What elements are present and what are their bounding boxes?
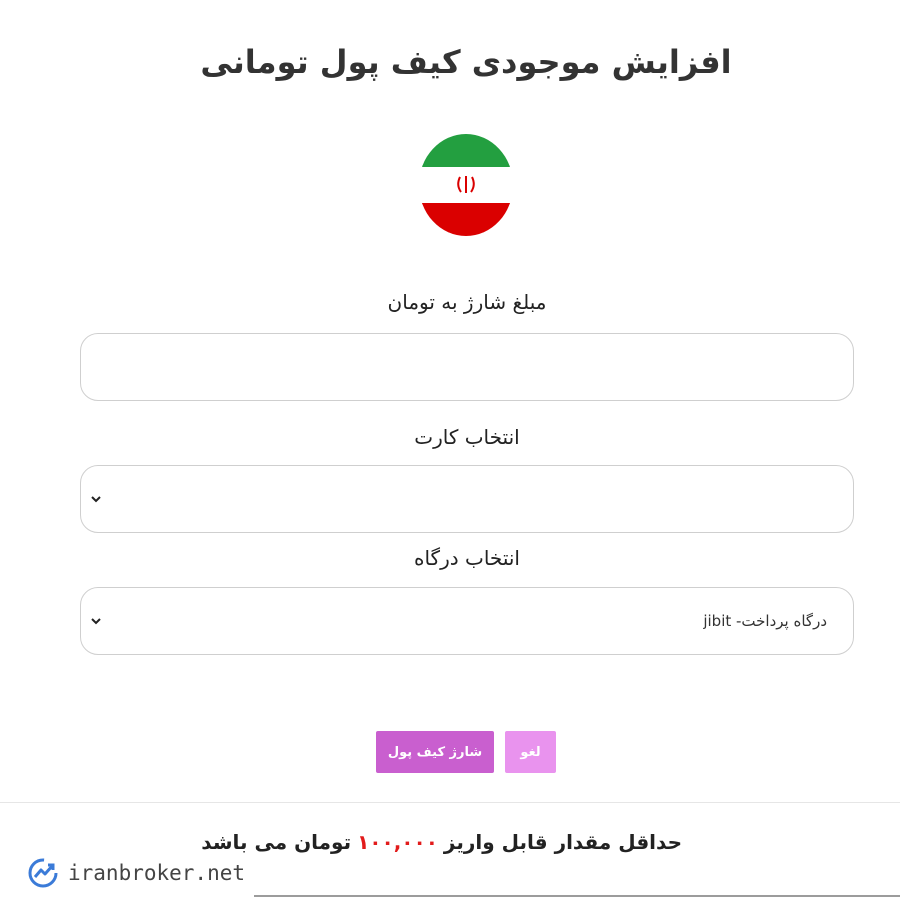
watermark: iranbroker.net xyxy=(26,856,245,890)
gateway-label: انتخاب درگاه xyxy=(413,546,520,570)
min-note-prefix: حداقل مقدار قابل واریز xyxy=(443,830,682,854)
gateway-selected-value: درگاه پرداخت- jibit xyxy=(703,612,827,630)
iran-flag-icon xyxy=(419,134,513,236)
charge-wallet-button[interactable]: شارژ کیف پول xyxy=(376,731,494,773)
amount-label: مبلغ شارژ به تومان xyxy=(387,290,547,314)
card-select[interactable] xyxy=(80,465,854,533)
cancel-button[interactable]: لغو xyxy=(505,731,556,773)
chevron-down-icon xyxy=(91,618,101,625)
watermark-text: iranbroker.net xyxy=(68,861,246,885)
min-amount: ۱۰۰,۰۰۰ xyxy=(357,830,438,854)
gateway-select[interactable]: درگاه پرداخت- jibit xyxy=(80,587,854,655)
min-note-suffix: تومان می باشد xyxy=(201,830,352,854)
card-label: انتخاب کارت xyxy=(414,425,520,449)
page-title: افزایش موجودی کیف پول تومانی xyxy=(200,43,732,82)
divider xyxy=(0,802,900,803)
amount-field[interactable] xyxy=(80,333,854,401)
minimum-deposit-note: حداقل مقدار قابل واریز۱۰۰,۰۰۰تومان می با… xyxy=(201,830,682,854)
amount-input[interactable] xyxy=(81,334,853,400)
bottom-rule xyxy=(254,895,900,897)
iranbroker-logo-icon xyxy=(28,858,58,888)
chevron-down-icon xyxy=(91,496,101,503)
